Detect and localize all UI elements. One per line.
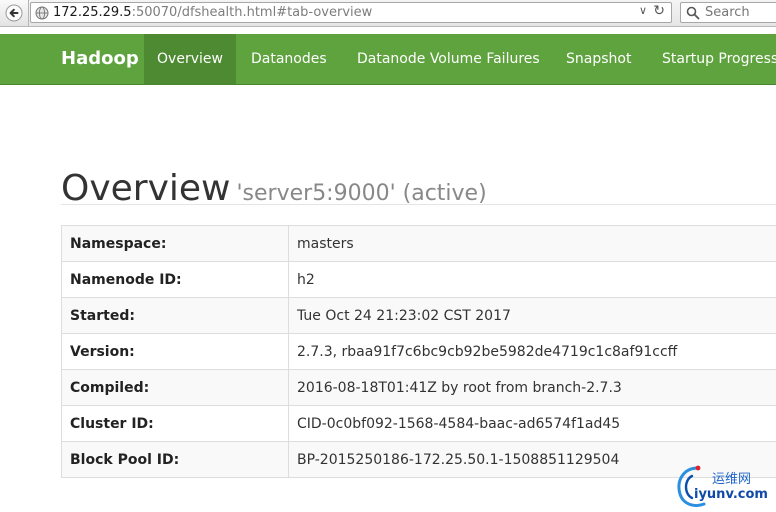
back-arrow-icon	[5, 4, 23, 22]
row-value-version: 2.7.3, rbaa91f7c6bc9cb92be5982de4719c1c8…	[288, 333, 776, 370]
row-key-block-pool-id: Block Pool ID:	[61, 441, 289, 478]
nav-tab-datanodes[interactable]: Datanodes	[251, 34, 327, 84]
url-history-dropdown-icon[interactable]: ∨	[639, 4, 647, 17]
watermark-en-text: iyunv.com	[694, 487, 768, 502]
table-row: Namespace: masters	[61, 225, 776, 262]
table-row: Cluster ID: CID-0c0bf092-1568-4584-baac-…	[61, 405, 776, 442]
row-key-version: Version:	[61, 333, 289, 370]
back-button[interactable]	[0, 0, 29, 26]
brand-logo-text[interactable]: Hadoop	[61, 34, 139, 84]
overview-table: Namespace: masters Namenode ID: h2 Start…	[61, 225, 776, 478]
url-bar[interactable]: 172.25.29.5:50070/dfshealth.html#tab-ove…	[30, 2, 672, 23]
search-icon	[686, 6, 700, 20]
row-value-cluster-id: CID-0c0bf092-1568-4584-baac-ad6574f1ad45	[288, 405, 776, 442]
url-path: :50070/dfshealth.html#tab-overview	[131, 5, 373, 20]
row-value-namespace: masters	[288, 225, 776, 262]
nav-tab-overview[interactable]: Overview	[144, 34, 236, 84]
table-row: Compiled: 2016-08-18T01:41Z by root from…	[61, 369, 776, 406]
nav-tab-snapshot[interactable]: Snapshot	[566, 34, 631, 84]
row-value-compiled: 2016-08-18T01:41Z by root from branch-2.…	[288, 369, 776, 406]
namenode-address-subtitle: 'server5:9000' (active)	[236, 181, 487, 207]
watermark-cn-text: 运维网	[712, 472, 752, 487]
nav-tab-datanode-volume-failures[interactable]: Datanode Volume Failures	[357, 34, 540, 84]
reload-icon[interactable]: ↻	[653, 3, 665, 19]
page-title-text: Overview	[61, 168, 231, 210]
page-title: Overview'server5:9000' (active)	[61, 168, 487, 215]
title-divider	[61, 204, 776, 205]
table-row: Block Pool ID: BP-2015250186-172.25.50.1…	[61, 441, 776, 478]
browser-search-box[interactable]: Search	[680, 2, 776, 23]
url-text[interactable]: 172.25.29.5:50070/dfshealth.html#tab-ove…	[53, 5, 372, 21]
navbar: Hadoop Overview Datanodes Datanode Volum…	[0, 34, 776, 85]
row-key-cluster-id: Cluster ID:	[61, 405, 289, 442]
globe-icon	[35, 6, 49, 20]
row-value-started: Tue Oct 24 21:23:02 CST 2017	[288, 297, 776, 334]
browser-toolbar: 172.25.29.5:50070/dfshealth.html#tab-ove…	[0, 0, 776, 27]
row-key-compiled: Compiled:	[61, 369, 289, 406]
nav-tab-startup-progress[interactable]: Startup Progress	[662, 34, 776, 84]
row-key-started: Started:	[61, 297, 289, 334]
url-host: 172.25.29.5	[53, 5, 132, 20]
site-watermark: 运维网 iyunv.com	[674, 464, 776, 510]
row-key-namespace: Namespace:	[61, 225, 289, 262]
row-key-namenode-id: Namenode ID:	[61, 261, 289, 298]
table-row: Version: 2.7.3, rbaa91f7c6bc9cb92be5982d…	[61, 333, 776, 370]
row-value-namenode-id: h2	[288, 261, 776, 298]
table-row: Started: Tue Oct 24 21:23:02 CST 2017	[61, 297, 776, 334]
search-placeholder: Search	[705, 5, 750, 20]
table-row: Namenode ID: h2	[61, 261, 776, 298]
